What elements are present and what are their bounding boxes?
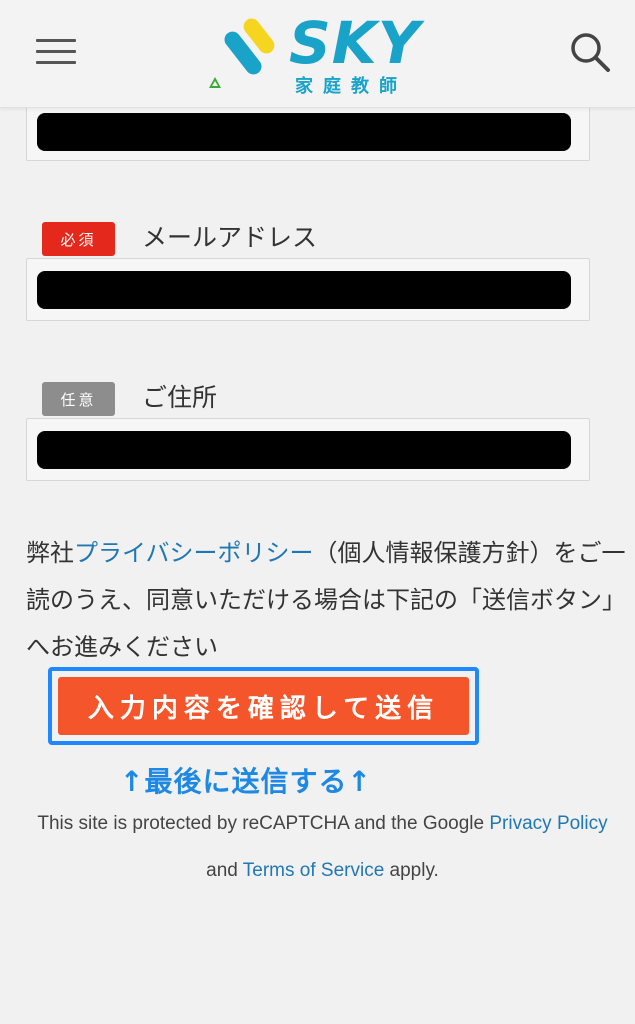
address-field[interactable] <box>37 431 571 469</box>
submit-annotation: ↑最後に送信する↑ <box>120 765 372 798</box>
recaptcha-and: and <box>206 860 243 881</box>
google-privacy-policy-link[interactable]: Privacy Policy <box>489 813 607 834</box>
submit-highlight-frame: 入力内容を確認して送信 <box>48 667 479 745</box>
policy-prefix: 弊社 <box>26 539 74 567</box>
site-logo[interactable]: SKY 家庭教師 <box>205 10 445 100</box>
optional-badge: 任意 <box>42 382 115 416</box>
recaptcha-apply: apply. <box>384 860 439 881</box>
logo-wordmark: SKY <box>289 9 421 77</box>
email-field-box <box>26 258 590 321</box>
recaptcha-notice: This site is protected by reCAPTCHA and … <box>20 800 625 894</box>
logo-subtitle: 家庭教師 <box>295 76 407 97</box>
address-label: ご住所 <box>142 383 218 412</box>
site-header: SKY 家庭教師 <box>0 0 635 108</box>
confirm-submit-button[interactable]: 入力内容を確認して送信 <box>58 677 469 735</box>
logo-mark-icon <box>209 18 275 88</box>
privacy-consent-text: 弊社プライバシーポリシー（個人情報保護方針）をご一読のうえ、同意いただける場合は… <box>26 530 626 671</box>
recaptcha-text: This site is protected by reCAPTCHA and … <box>37 813 490 834</box>
address-field-box <box>26 418 590 481</box>
email-label: メールアドレス <box>142 223 318 252</box>
hamburger-icon[interactable] <box>36 36 78 66</box>
email-field[interactable] <box>37 271 571 309</box>
google-terms-link[interactable]: Terms of Service <box>243 860 384 881</box>
previous-field-input[interactable] <box>37 113 571 151</box>
required-badge: 必須 <box>42 222 115 256</box>
privacy-policy-link[interactable]: プライバシーポリシー <box>74 539 314 567</box>
search-icon[interactable] <box>566 28 614 76</box>
